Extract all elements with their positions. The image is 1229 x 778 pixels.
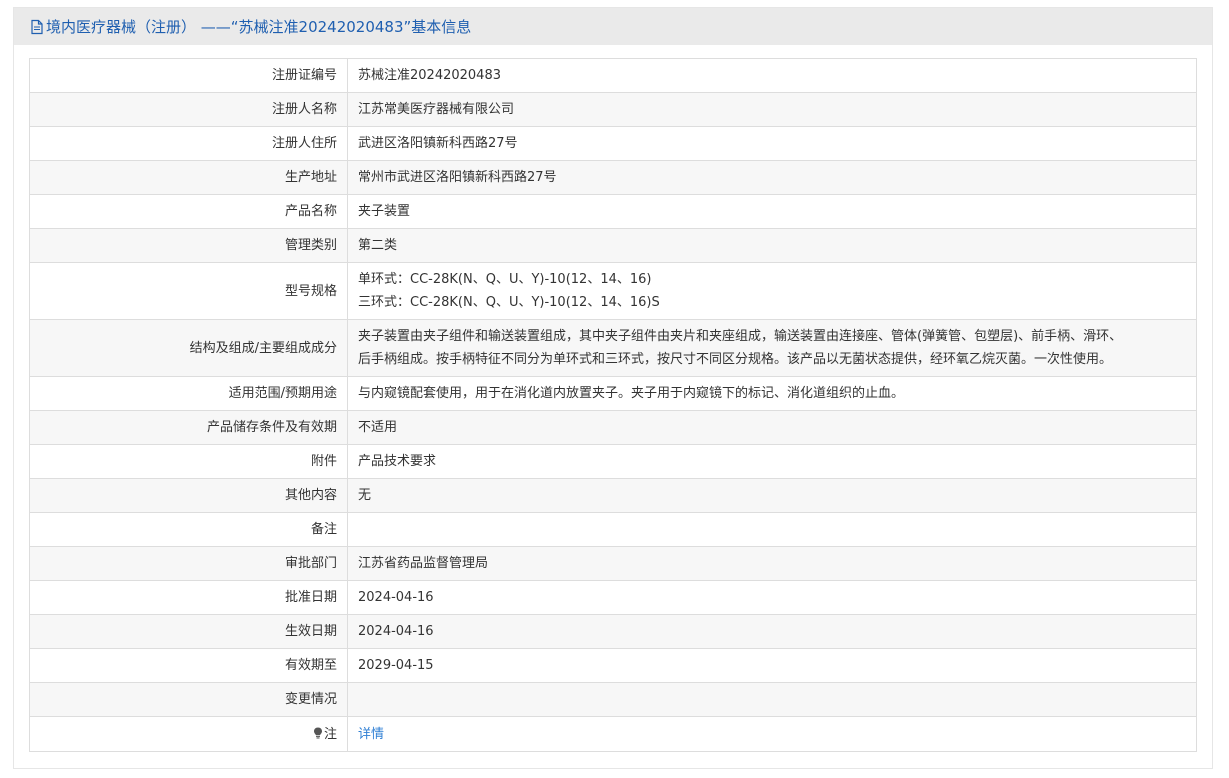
field-value: 第二类 — [347, 228, 1197, 263]
field-label: 生效日期 — [29, 614, 348, 649]
table-row: 生效日期 2024-04-16 — [29, 614, 1197, 649]
table-row: 变更情况 — [29, 682, 1197, 717]
field-value — [347, 682, 1197, 717]
table-row: 生产地址 常州市武进区洛阳镇新科西路27号 — [29, 160, 1197, 195]
table-row: 附件 产品技术要求 — [29, 444, 1197, 479]
detail-link[interactable]: 详情 — [358, 727, 384, 742]
field-value: 武进区洛阳镇新科西路27号 — [347, 126, 1197, 161]
table-row: 产品名称 夹子装置 — [29, 194, 1197, 229]
field-label: 适用范围/预期用途 — [29, 376, 348, 411]
field-label: 审批部门 — [29, 546, 348, 581]
table-row: 备注 — [29, 512, 1197, 547]
document-icon — [30, 19, 44, 35]
table-row-note: 注 详情 — [29, 716, 1197, 752]
field-value-line: 后手柄组成。按手柄特征不同分为单环式和三环式，按尺寸不同区分规格。该产品以无菌状… — [358, 352, 1113, 367]
registration-info-table: 注册证编号 苏械注准20242020483 注册人名称 江苏常美医疗器械有限公司 注册人… — [29, 58, 1197, 752]
field-value: 无 — [347, 478, 1197, 513]
field-label: 变更情况 — [29, 682, 348, 717]
field-value: 与内窥镜配套使用，用于在消化道内放置夹子。夹子用于内窥镜下的标记、消化道组织的止… — [347, 376, 1197, 411]
field-label: 注册人住所 — [29, 126, 348, 161]
table-row: 批准日期 2024-04-16 — [29, 580, 1197, 615]
field-value-line: 单环式：CC-28K(N、Q、U、Y)-10(12、14、16) — [358, 272, 652, 287]
field-value: 产品技术要求 — [347, 444, 1197, 479]
table-row: 管理类别 第二类 — [29, 228, 1197, 263]
field-value-line: 三环式：CC-28K(N、Q、U、Y)-10(12、14、16)S — [358, 295, 660, 310]
field-label: 批准日期 — [29, 580, 348, 615]
table-row: 注册人名称 江苏常美医疗器械有限公司 — [29, 92, 1197, 127]
table-row: 有效期至 2029-04-15 — [29, 648, 1197, 683]
table-row: 适用范围/预期用途 与内窥镜配套使用，用于在消化道内放置夹子。夹子用于内窥镜下的标… — [29, 376, 1197, 411]
table-row: 产品储存条件及有效期 不适用 — [29, 410, 1197, 445]
field-value: 夹子装置 — [347, 194, 1197, 229]
field-label: 型号规格 — [29, 262, 348, 320]
field-label: 产品储存条件及有效期 — [29, 410, 348, 445]
field-value: 江苏常美医疗器械有限公司 — [347, 92, 1197, 127]
registration-info-panel: 境内医疗器械（注册） ——“苏械注准20242020483”基本信息 注册证编号… — [13, 7, 1213, 769]
field-label: 备注 — [29, 512, 348, 547]
field-value: 苏械注准20242020483 — [347, 58, 1197, 93]
field-value — [347, 512, 1197, 547]
note-label: 注 — [323, 726, 337, 742]
table-row: 审批部门 江苏省药品监督管理局 — [29, 546, 1197, 581]
table-row: 注册人住所 武进区洛阳镇新科西路27号 — [29, 126, 1197, 161]
table-row: 结构及组成/主要组成成分 夹子装置由夹子组件和输送装置组成，其中夹子组件由夹片和夹… — [29, 319, 1197, 377]
field-label: 注册证编号 — [29, 58, 348, 93]
field-label: 其他内容 — [29, 478, 348, 513]
field-label: 产品名称 — [29, 194, 348, 229]
lightbulb-icon — [313, 724, 323, 738]
table-row: 其他内容无 — [29, 478, 1197, 513]
field-value: 不适用 — [347, 410, 1197, 445]
field-label: 生产地址 — [29, 160, 348, 195]
field-label: 注册人名称 — [29, 92, 348, 127]
field-value: 2024-04-16 — [347, 580, 1197, 615]
field-label: 有效期至 — [29, 648, 348, 683]
field-label: 附件 — [29, 444, 348, 479]
field-label: 结构及组成/主要组成成分 — [29, 319, 348, 377]
field-value: 夹子装置由夹子组件和输送装置组成，其中夹子组件由夹片和夹座组成，输送装置由连接座… — [347, 319, 1197, 377]
note-label-cell: 注 — [29, 716, 348, 752]
field-value: 常州市武进区洛阳镇新科西路27号 — [347, 160, 1197, 195]
field-value: 江苏省药品监督管理局 — [347, 546, 1197, 581]
note-value-cell: 详情 — [347, 716, 1197, 752]
field-value: 2024-04-16 — [347, 614, 1197, 649]
panel-header: 境内医疗器械（注册） ——“苏械注准20242020483”基本信息 — [14, 8, 1212, 45]
field-value: 2029-04-15 — [347, 648, 1197, 683]
page-title: 境内医疗器械（注册） ——“苏械注准20242020483”基本信息 — [46, 18, 472, 36]
field-value: 单环式：CC-28K(N、Q、U、Y)-10(12、14、16) 三环式：CC-2… — [347, 262, 1197, 320]
table-row: 型号规格 单环式：CC-28K(N、Q、U、Y)-10(12、14、16) 三环式：… — [29, 262, 1197, 320]
field-label: 管理类别 — [29, 228, 348, 263]
field-value-line: 夹子装置由夹子组件和输送装置组成，其中夹子组件由夹片和夹座组成，输送装置由连接座… — [358, 329, 1123, 344]
table-row: 注册证编号 苏械注准20242020483 — [29, 58, 1197, 93]
